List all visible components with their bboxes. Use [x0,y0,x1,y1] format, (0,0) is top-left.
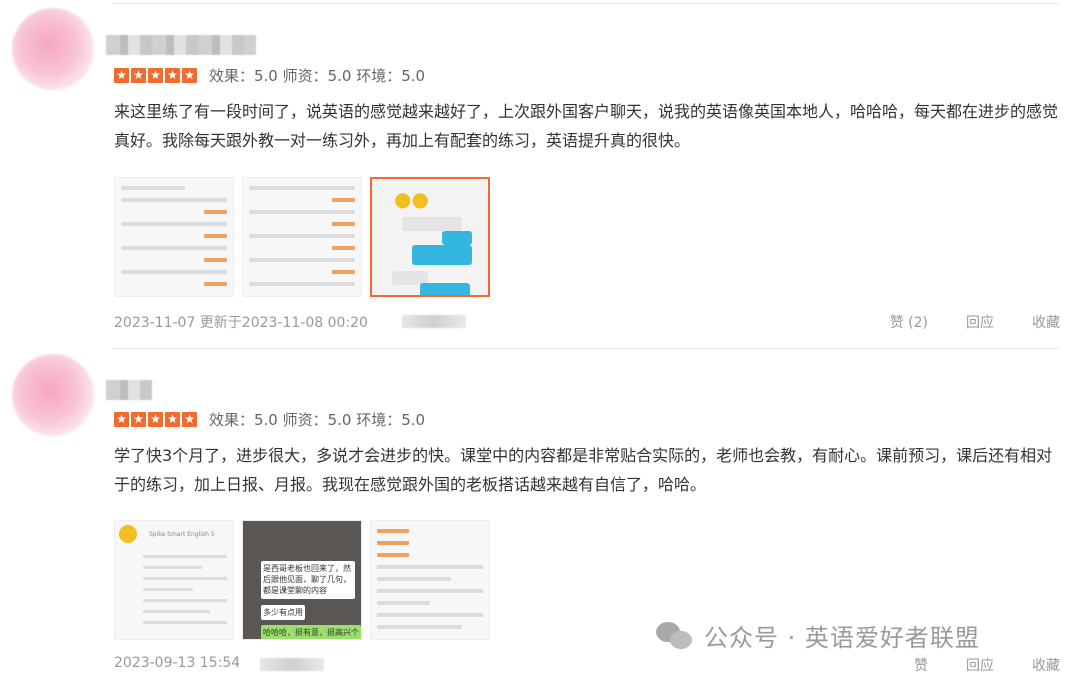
review-actions: 赞 回应 收藏 [914,655,1060,675]
rating-scores: 效果：5.0 师资：5.0 环境：5.0 [209,66,426,85]
rating-row: ★ ★ ★ ★ ★ 效果：5.0 师资：5.0 环境：5.0 [114,65,439,85]
rating-row: ★ ★ ★ ★ ★ 效果：5.0 师资：5.0 环境：5.0 [114,409,439,429]
thumb-chat-text: 哈哈哈，挺有意，挺高兴个 [261,625,361,639]
review-divider [112,348,1060,349]
like-button[interactable]: 赞 [914,655,928,675]
review-images: ●● [114,177,490,297]
star-icon: ★ [148,411,163,427]
wechat-icon [656,620,694,652]
review-image-thumb[interactable]: Spike Smart English 5 [114,520,234,640]
username-blurred[interactable] [106,35,256,55]
avatar[interactable] [12,8,94,90]
emoji-icon: ●● [394,187,429,211]
star-icon: ★ [131,67,146,83]
star-rating: ★ ★ ★ ★ ★ [114,411,197,427]
review-meta: 2023-09-13 15:54 赞 回应 收藏 [114,655,1060,675]
star-icon: ★ [182,67,197,83]
source-blurred [260,658,324,671]
reply-button[interactable]: 回应 [966,655,994,675]
avatar[interactable] [12,354,94,436]
thumb-title: Spike Smart English 5 [149,531,215,538]
star-rating: ★ ★ ★ ★ ★ [114,67,197,83]
star-icon: ★ [114,411,129,427]
avatar-icon [119,525,137,543]
rating-scores: 效果：5.0 师资：5.0 环境：5.0 [209,410,426,429]
top-divider [112,3,1060,4]
watermark-text: 公众号 · 英语爱好者联盟 [704,624,980,652]
star-icon: ★ [182,411,197,427]
star-icon: ★ [114,67,129,83]
review-date: 2023-09-13 15:54 [114,655,241,671]
thumb-chat-text: 多少有点用 [261,605,305,620]
like-button[interactable]: 赞 (2) [890,312,928,332]
review-meta: 2023-11-07 更新于2023-11-08 00:20 赞 (2) 回应 … [114,312,1060,332]
source-blurred [402,315,466,328]
review-image-thumb[interactable]: 是西哥老板也回来了，然后跟他见面，聊了几句，都是课堂聊的内容 多少有点用 哈哈哈… [242,520,362,640]
collect-button[interactable]: 收藏 [1032,655,1060,675]
review-actions: 赞 (2) 回应 收藏 [890,312,1060,332]
review-images: Spike Smart English 5 是西哥老板也回来了，然后跟他见面，聊… [114,520,490,640]
username-blurred[interactable] [106,380,152,400]
review-image-thumb[interactable] [114,177,234,297]
watermark: 公众号 · 英语爱好者联盟 [656,618,980,653]
review-image-thumb-selected[interactable]: ●● [370,177,490,297]
review-content: 来这里练了有一段时间了，说英语的感觉越来越好了，上次跟外国客户聊天，说我的英语像… [114,102,1059,150]
review-image-thumb[interactable] [242,177,362,297]
review-image-thumb[interactable] [370,520,490,640]
star-icon: ★ [165,411,180,427]
star-icon: ★ [131,411,146,427]
star-icon: ★ [165,67,180,83]
collect-button[interactable]: 收藏 [1032,312,1060,332]
thumb-chat-text: 是西哥老板也回来了，然后跟他见面，聊了几句，都是课堂聊的内容 [261,561,355,599]
review-content: 学了快3个月了，进步很大，多说才会进步的快。课堂中的内容都是非常贴合实际的，老师… [114,446,1053,494]
star-icon: ★ [148,67,163,83]
review-date: 2023-11-07 更新于2023-11-08 00:20 [114,315,368,331]
reply-button[interactable]: 回应 [966,312,994,332]
